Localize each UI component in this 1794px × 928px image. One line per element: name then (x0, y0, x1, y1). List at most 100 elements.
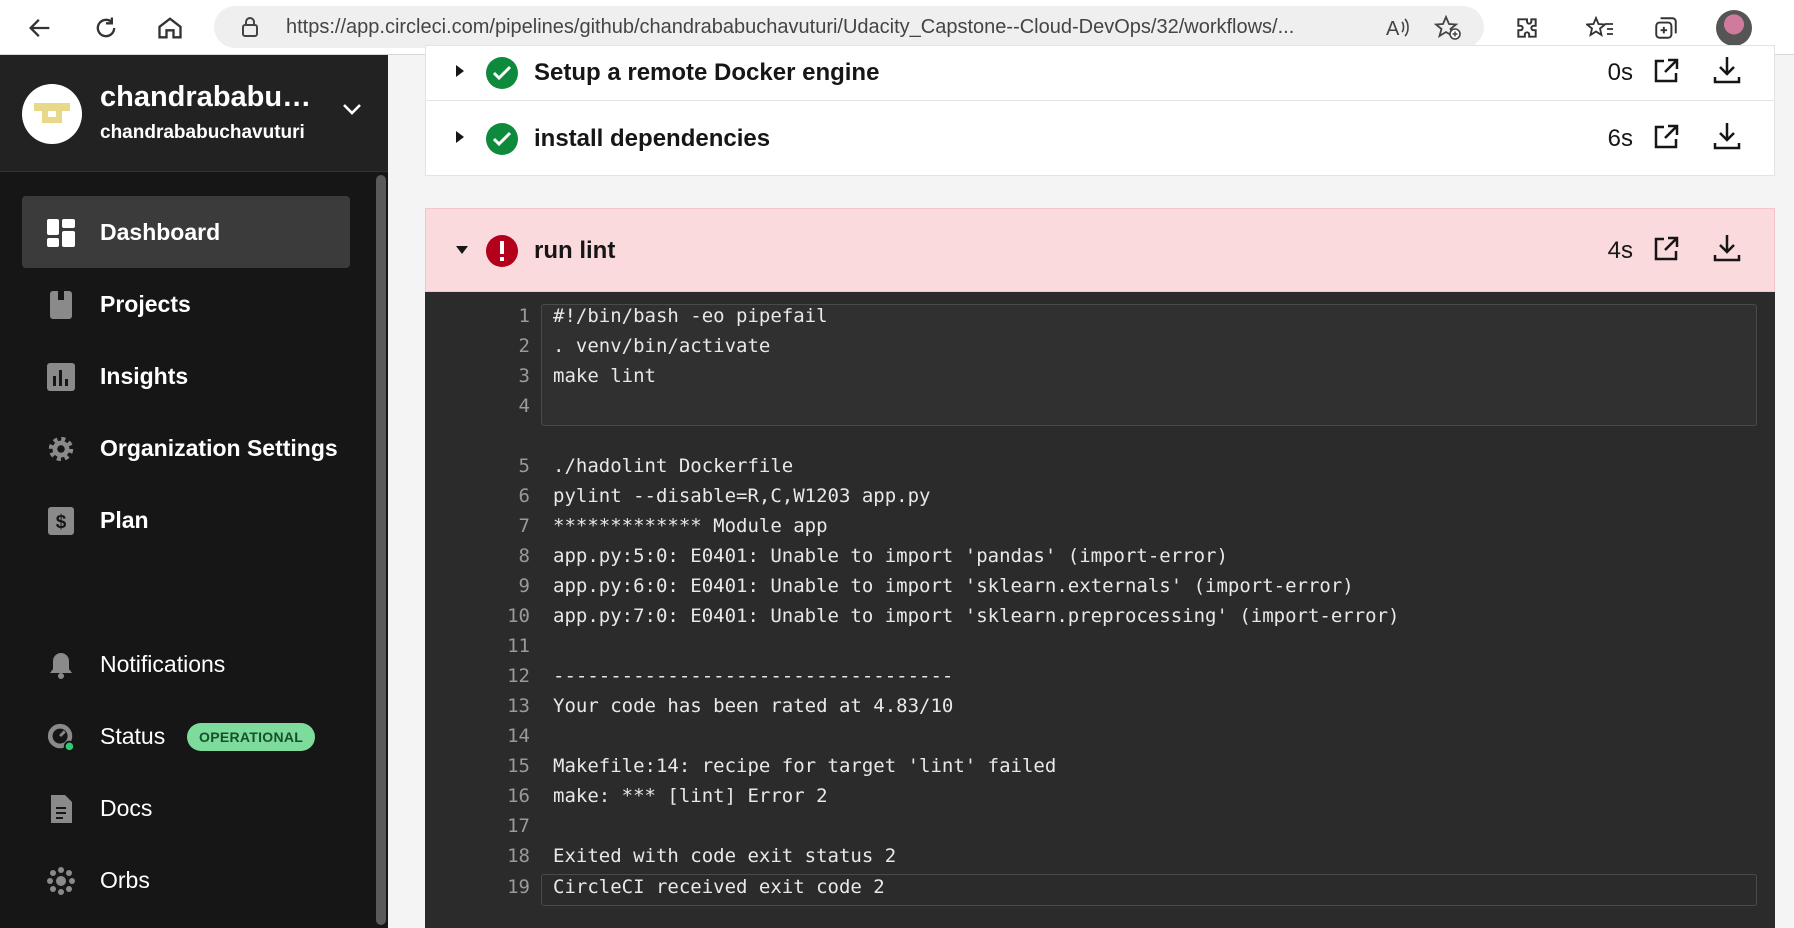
step-row-run-lint[interactable]: run lint 4s (425, 208, 1775, 292)
sidebar-scrollbar[interactable] (376, 175, 386, 925)
dashboard-icon (46, 218, 76, 248)
line-text: Makefile:14: recipe for target 'lint' fa… (553, 755, 1057, 777)
line-text: make lint (553, 365, 656, 387)
bell-icon (46, 650, 76, 680)
line-text: ----------------------------------- (553, 665, 954, 687)
line-number: 14 (507, 725, 530, 747)
org-subtitle: chandrababuchavuturi (100, 122, 305, 143)
open-external-icon[interactable] (1652, 235, 1680, 268)
step-name: Setup a remote Docker engine (534, 59, 880, 86)
step-duration: 6s (1607, 125, 1633, 152)
line-number: 1 (518, 305, 530, 327)
line-text: . venv/bin/activate (553, 335, 771, 357)
download-icon[interactable] (1712, 121, 1742, 156)
line-number: 13 (507, 695, 530, 717)
step-name: install dependencies (534, 125, 771, 152)
line-number: 15 (507, 755, 530, 777)
step-row-install-dependencies[interactable]: install dependencies 6s (425, 100, 1775, 176)
line-text: app.py:7:0: E0401: Unable to import 'skl… (553, 605, 1400, 627)
open-external-icon[interactable] (1652, 57, 1680, 90)
extensions-icon[interactable] (1507, 8, 1547, 48)
line-text: pylint --disable=R,C,W1203 app.py (553, 485, 931, 507)
projects-icon (46, 290, 76, 320)
sidebar-item-dashboard[interactable]: Dashboard (22, 196, 350, 268)
line-number: 12 (507, 665, 530, 687)
collections-icon[interactable] (1646, 8, 1686, 48)
read-aloud-icon[interactable]: A (1384, 16, 1410, 45)
orbs-icon (46, 866, 76, 896)
line-number: 9 (518, 575, 530, 597)
address-bar[interactable]: https://app.circleci.com/pipelines/githu… (214, 6, 1484, 48)
line-text: Your code has been rated at 4.83/10 (553, 695, 954, 717)
favorite-add-icon[interactable] (1433, 14, 1462, 46)
org-switcher[interactable]: chandrababuchavuturi chandrababuchavutur… (0, 55, 388, 172)
line-number: 19 (507, 876, 530, 898)
open-external-icon[interactable] (1652, 123, 1680, 156)
favorites-icon[interactable] (1580, 8, 1620, 48)
sidebar-item-label: Insights (100, 362, 189, 389)
line-number: 2 (518, 335, 530, 357)
chevron-down-icon[interactable] (340, 101, 364, 122)
step-duration: 0s (1607, 59, 1633, 86)
line-number: 18 (507, 845, 530, 867)
sidebar-item-status[interactable]: Status OPERATIONAL (22, 700, 350, 772)
insights-icon (46, 362, 76, 392)
lock-icon[interactable] (240, 16, 260, 43)
sidebar-item-docs[interactable]: Docs (22, 772, 350, 844)
sidebar-item-label: Plan (100, 506, 149, 533)
org-name: chandrababuchavuturi (100, 81, 320, 113)
line-number: 8 (518, 545, 530, 567)
line-text: ./hadolint Dockerfile (553, 455, 794, 477)
sidebar-item-notifications[interactable]: Notifications (22, 628, 350, 700)
line-number: 16 (507, 785, 530, 807)
document-icon (46, 794, 76, 824)
caret-right-icon[interactable] (454, 63, 466, 84)
url-text: https://app.circleci.com/pipelines/githu… (286, 16, 1295, 38)
sidebar-item-label: Dashboard (100, 218, 221, 245)
refresh-icon[interactable] (86, 8, 126, 48)
sidebar-item-label: Organization Settings (100, 434, 338, 461)
status-gauge-icon (46, 722, 76, 752)
status-badge: OPERATIONAL (187, 723, 316, 751)
home-icon[interactable] (150, 8, 190, 48)
back-arrow-icon[interactable] (20, 8, 60, 48)
line-number: 10 (507, 605, 530, 627)
profile-avatar[interactable] (1716, 10, 1752, 46)
org-avatar (22, 84, 82, 144)
download-icon[interactable] (1712, 233, 1742, 268)
error-alert-icon (486, 235, 518, 267)
caret-right-icon[interactable] (454, 129, 466, 150)
step-name: run lint (534, 237, 616, 264)
job-steps-panel: Setup a remote Docker engine 0s install … (388, 45, 1794, 928)
sidebar-item-label: Docs (100, 794, 153, 821)
step-output-terminal[interactable]: 1 #!/bin/bash -eo pipefail 2 . venv/bin/ac… (425, 292, 1775, 928)
dollar-icon: $ (46, 506, 76, 536)
sidebar: chandrababuchavuturi chandrababuchavutur… (0, 55, 388, 928)
sidebar-item-label: Status (100, 722, 166, 749)
success-check-icon (486, 57, 518, 89)
line-text: app.py:5:0: E0401: Unable to import 'pan… (553, 545, 1228, 567)
svg-text:$: $ (56, 512, 67, 533)
line-number: 17 (507, 815, 530, 837)
line-number: 6 (518, 485, 530, 507)
sidebar-item-label: Orbs (100, 866, 150, 893)
line-number: 5 (518, 455, 530, 477)
sidebar-item-orbs[interactable]: Orbs (22, 844, 350, 916)
sidebar-item-plan[interactable]: $ Plan (22, 484, 350, 556)
line-number: 3 (518, 365, 530, 387)
line-number: 4 (518, 395, 530, 417)
sidebar-item-insights[interactable]: Insights (22, 340, 350, 412)
sidebar-item-label: Projects (100, 290, 191, 317)
download-icon[interactable] (1712, 55, 1742, 90)
line-text: #!/bin/bash -eo pipefail (553, 305, 828, 327)
step-duration: 4s (1607, 237, 1633, 264)
line-text: make: *** [lint] Error 2 (553, 785, 828, 807)
caret-down-icon[interactable] (454, 243, 470, 261)
sidebar-item-label: Notifications (100, 650, 226, 677)
line-text: CircleCI received exit code 2 (553, 876, 885, 898)
line-text: Exited with code exit status 2 (553, 845, 897, 867)
sidebar-item-organization-settings[interactable]: Organization Settings (22, 412, 350, 484)
sidebar-item-projects[interactable]: Projects (22, 268, 350, 340)
gear-icon (46, 434, 76, 464)
line-number: 11 (507, 635, 530, 657)
